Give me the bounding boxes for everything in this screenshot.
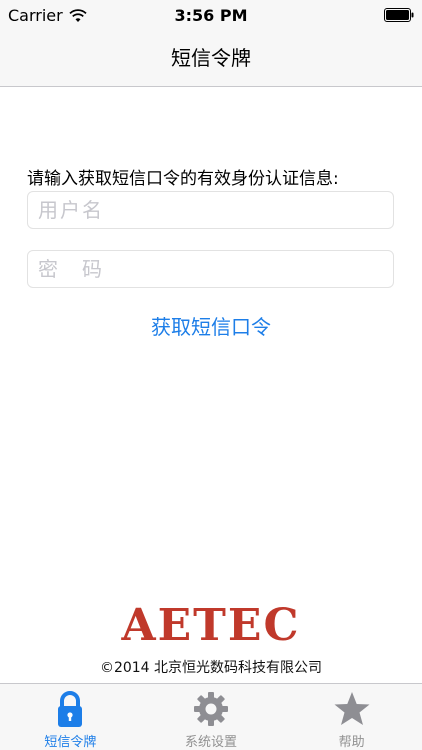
battery-icon [384,8,414,22]
status-bar: Carrier 3:56 PM [0,0,422,30]
nav-title: 短信令牌 [171,46,251,70]
top-bar: Carrier 3:56 PM 短信令牌 [0,0,422,87]
get-sms-code-button[interactable]: 获取短信口令 [0,311,422,340]
form-prompt: 请输入获取短信口令的有效身份认证信息: [27,169,339,189]
star-icon [334,692,370,725]
copyright-text: ©2014 北京恒光数码科技有限公司 [99,660,323,676]
tab-label: 帮助 [338,735,365,750]
aetec-logo: AETEC [121,600,301,651]
tab-settings[interactable]: 系统设置 [141,684,282,750]
status-time: 3:56 PM [174,6,248,25]
password-field[interactable] [27,250,394,288]
tab-help[interactable]: 帮助 [281,684,422,750]
tab-label: 系统设置 [185,735,238,750]
tab-label: 短信令牌 [44,735,97,750]
tab-bar: 短信令牌 系统设置 帮助 [0,683,422,750]
app-screen: Carrier 3:56 PM 短信令牌 请输入获取短信口令的有效身份认证信息:… [0,0,422,750]
gear-icon [194,692,228,726]
lock-icon [58,691,83,727]
username-field[interactable] [27,191,394,229]
tab-sms-token[interactable]: 短信令牌 [0,684,141,750]
